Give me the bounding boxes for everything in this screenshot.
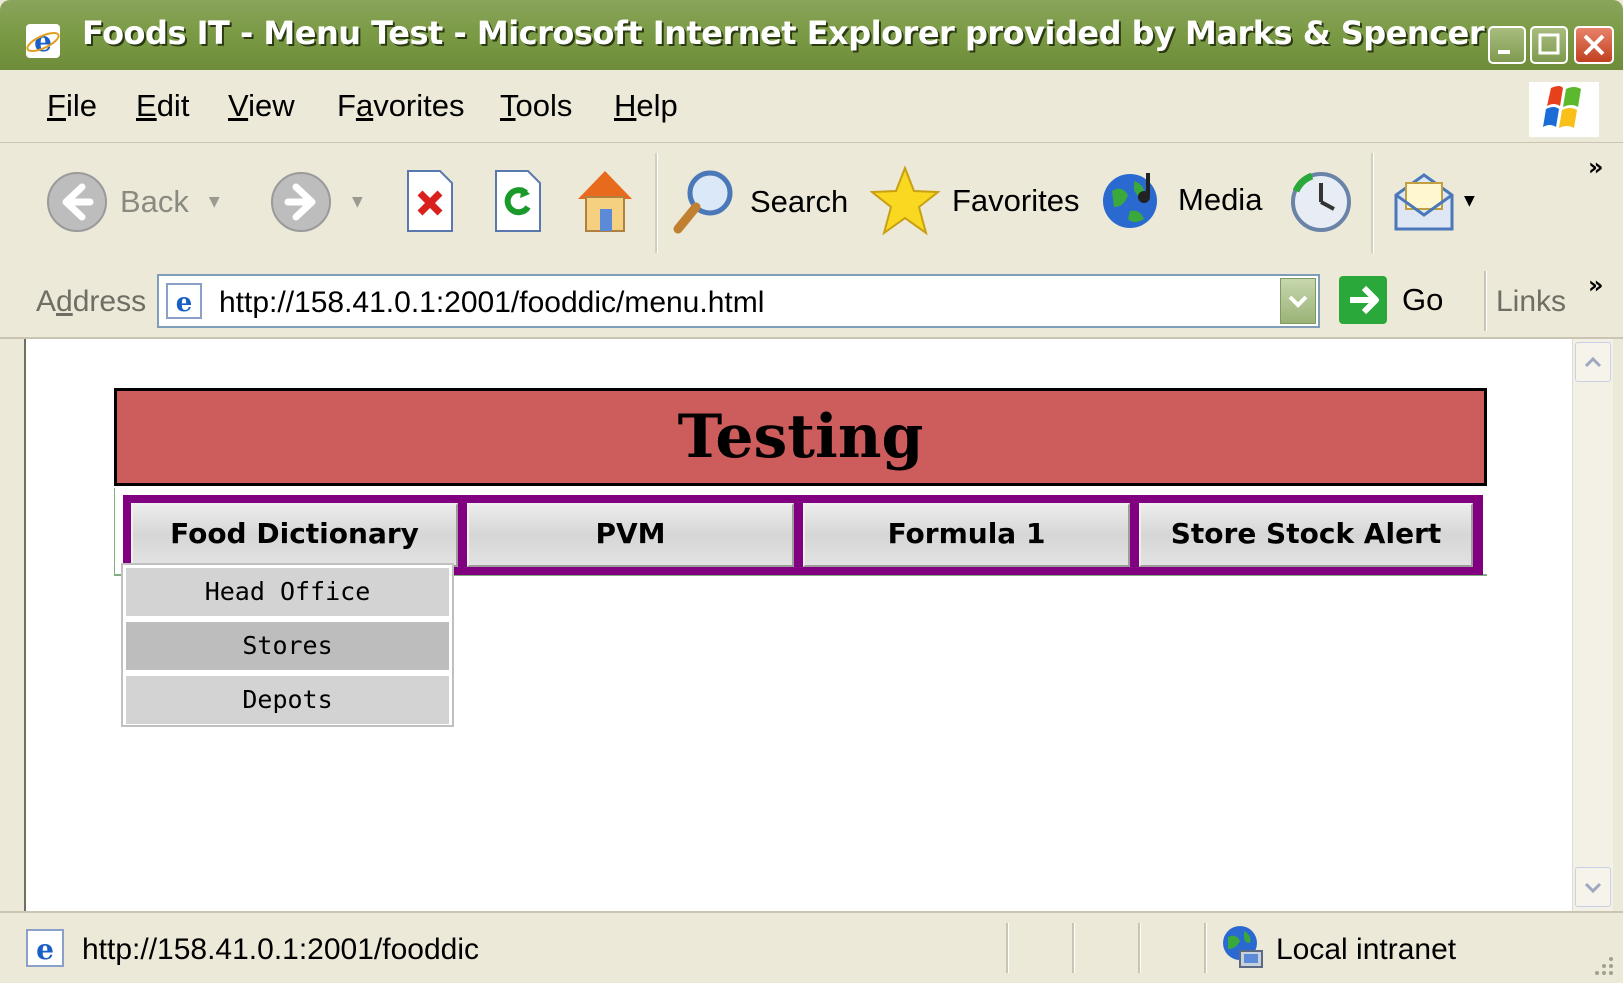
menu-view[interactable]: View [228,88,295,124]
status-url: http://158.41.0.1:2001/fooddic [82,933,479,966]
page-banner: Testing [114,388,1487,486]
chevron-down-icon [1584,882,1602,894]
forward-arrow-icon [271,172,331,232]
back-dropdown-icon[interactable]: ▼ [209,194,220,210]
back-button[interactable]: Back ▼ [46,171,220,233]
status-bar: e http://158.41.0.1:2001/fooddic Local i… [0,911,1623,983]
menu-bar: File Edit View Favorites Tools Help [0,70,1623,143]
resize-grip-icon[interactable] [1587,949,1615,977]
title-bar[interactable]: e Foods IT - Menu Test - Microsoft Inter… [0,0,1623,70]
address-bar: Address e http://158.41.0.1:2001/fooddic… [0,265,1623,339]
nav-food-dictionary[interactable]: Food Dictionary [131,503,458,567]
links-more-chevron[interactable]: » [1588,271,1604,299]
scroll-up-button[interactable] [1575,342,1611,382]
banner-title: Testing [677,402,924,472]
back-arrow-icon [47,172,107,232]
address-url: http://158.41.0.1:2001/fooddic/menu.html [219,286,765,319]
dropdown-item-stores[interactable]: Stores [126,622,449,670]
favorites-button[interactable]: Favorites [870,165,1079,237]
status-divider [1006,923,1009,973]
address-separator [1484,271,1487,331]
svg-text:e: e [34,25,52,58]
browser-window: e Foods IT - Menu Test - Microsoft Inter… [0,0,1623,983]
links-button[interactable]: Links [1496,285,1566,319]
history-icon [1291,172,1351,232]
home-button[interactable] [572,165,638,235]
menu-edit[interactable]: Edit [136,88,189,124]
menu-favorites[interactable]: Favorites [337,88,465,124]
toolbar-more-chevron[interactable]: » [1588,153,1604,181]
chevron-down-icon [1288,295,1308,308]
status-divider [1138,923,1141,973]
mail-dropdown-icon[interactable]: ▼ [1464,193,1475,209]
toolbar-separator [1371,153,1374,253]
home-icon [578,171,632,232]
address-dropdown-button[interactable] [1280,278,1316,324]
toolbar-separator [655,153,658,253]
status-divider [1204,923,1207,973]
go-arrow-icon [1339,276,1387,324]
media-globe-icon [1103,173,1157,228]
scroll-down-button[interactable] [1575,867,1611,907]
minimize-button[interactable] [1488,26,1526,64]
status-divider [1072,923,1075,973]
dropdown-item-head-office[interactable]: Head Office [126,568,449,616]
dropdown-item-depots[interactable]: Depots [126,676,449,724]
menu-help[interactable]: Help [614,88,678,124]
food-dictionary-dropdown: Head Office Stores Depots [121,563,454,727]
mail-icon [1394,173,1454,231]
media-button[interactable]: Media [1100,167,1262,233]
maximize-icon [1538,33,1560,55]
refresh-button[interactable] [492,169,544,233]
stop-icon [407,170,453,232]
svg-text:e: e [36,933,54,966]
search-button[interactable]: Search [672,167,848,237]
page-viewport: Testing Food Dictionary PVM Formula 1 St… [24,339,1574,911]
stop-button[interactable] [404,169,456,233]
ie-logo-icon: e [26,24,60,58]
status-ie-icon: e [26,929,64,967]
address-input[interactable]: e http://158.41.0.1:2001/fooddic/menu.ht… [157,274,1320,328]
address-label: Address [36,285,147,318]
forward-dropdown-icon[interactable]: ▼ [352,194,363,210]
favorites-star-icon [870,165,940,236]
menu-tools[interactable]: Tools [500,88,572,124]
menu-file[interactable]: File [47,88,97,124]
forward-button[interactable]: ▼ [270,171,363,233]
nav-pvm[interactable]: PVM [467,503,794,567]
mail-button[interactable]: ▼ [1392,169,1475,233]
history-button[interactable] [1288,169,1354,235]
minimize-icon [1498,50,1510,54]
close-icon [1583,34,1605,56]
window-title: Foods IT - Menu Test - Microsoft Interne… [82,14,1485,52]
intranet-zone-icon [1223,926,1263,968]
standard-toolbar: Back ▼ ▼ Search Favorites Media ▼ » [0,143,1623,266]
close-button[interactable] [1574,26,1614,64]
maximize-button[interactable] [1530,26,1568,64]
go-button[interactable]: Go [1338,275,1443,325]
vertical-scrollbar[interactable] [1572,339,1613,911]
nav-formula-1[interactable]: Formula 1 [803,503,1130,567]
svg-text:e: e [176,288,193,318]
refresh-icon [495,170,541,232]
nav-store-stock-alert[interactable]: Store Stock Alert [1139,503,1473,567]
chevron-up-icon [1584,356,1602,368]
security-zone-label: Local intranet [1276,933,1457,966]
page-ie-icon: e [166,283,202,319]
windows-flag-icon [1529,82,1599,137]
search-icon [673,170,733,234]
